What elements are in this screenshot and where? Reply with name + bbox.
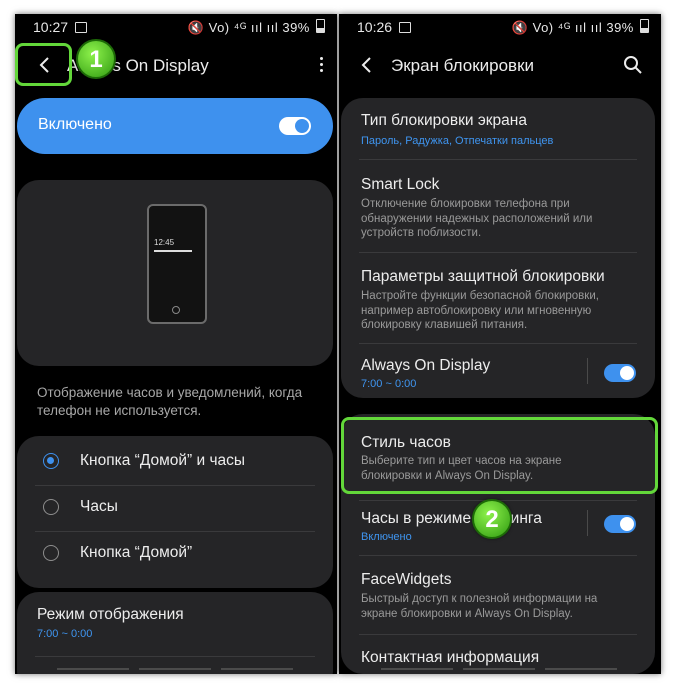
lock-settings-card: Тип блокировки экрана Пароль, Радужка, О… — [341, 98, 655, 398]
search-icon[interactable] — [623, 55, 643, 75]
preview-clock: 12:45 — [154, 238, 175, 247]
nav-bar-segment — [221, 668, 293, 670]
page-title: Экран блокировки — [391, 56, 535, 75]
status-time: 10:27 — [33, 19, 69, 35]
right-phone-screen: 10:26 🔇 Vo) ⁴ᴳ ııl ııl 39% Экран блокиро… — [339, 14, 661, 674]
status-bar: 10:26 🔇 Vo) ⁴ᴳ ııl ııl 39% — [339, 14, 661, 40]
nav-bar-segment — [381, 668, 453, 670]
battery-icon — [640, 19, 649, 33]
back-arrow-icon[interactable] — [355, 53, 379, 77]
battery-percent: 39% — [606, 20, 634, 35]
gallery-notification-icon — [399, 22, 411, 33]
option-label: Кнопка “Домой” — [80, 544, 193, 561]
gallery-notification-icon — [75, 22, 87, 33]
status-bar: 10:27 🔇 Vo) ⁴ᴳ ııl ııl 39% — [15, 14, 337, 40]
option-label: Кнопка “Домой” и часы — [80, 452, 246, 469]
display-mode-value: 7:00 ~ 0:00 — [37, 628, 93, 640]
nav-bar-segment — [57, 668, 129, 670]
radio-button[interactable] — [43, 499, 59, 515]
display-mode-title: Режим отображения — [37, 606, 184, 623]
left-phone-screen: 10:27 🔇 Vo) ⁴ᴳ ııl ııl 39% Always On Dis… — [15, 14, 337, 674]
toggle-label: Включено — [38, 116, 112, 133]
more-options-icon[interactable] — [317, 54, 325, 76]
signal-icons: 🔇 Vo) ⁴ᴳ ııl ııl — [511, 20, 603, 35]
option-label: Часы — [80, 498, 118, 515]
step-badge-2: 2 — [472, 499, 512, 539]
back-button-highlight — [15, 43, 72, 86]
options-card: Кнопка “Домой” и часы Часы Кнопка “Домой… — [17, 436, 333, 588]
signal-icons: 🔇 Vo) ⁴ᴳ ııl ııl — [187, 20, 279, 35]
step-badge-1: 1 — [76, 39, 116, 79]
battery-icon — [316, 19, 325, 33]
status-time: 10:26 — [357, 19, 393, 35]
aod-master-toggle-card[interactable]: Включено — [17, 98, 333, 154]
display-mode-card[interactable]: Режим отображения 7:00 ~ 0:00 — [17, 592, 333, 674]
nav-bar-segment — [139, 668, 211, 670]
nav-bar-segment — [463, 668, 535, 670]
aod-description: Отображение часов и уведомлений, когда т… — [37, 385, 303, 418]
app-bar: Экран блокировки — [339, 44, 661, 88]
aod-toggle-switch[interactable] — [604, 364, 636, 382]
radio-button[interactable] — [43, 453, 59, 469]
radio-button[interactable] — [43, 545, 59, 561]
phone-preview-image: 12:45 — [147, 204, 207, 324]
aod-toggle-switch[interactable] — [279, 117, 311, 135]
nav-bar-segment — [545, 668, 617, 670]
clock-style-highlight — [341, 417, 658, 494]
preview-card: 12:45 — [17, 180, 333, 366]
battery-percent: 39% — [282, 20, 310, 35]
roaming-toggle-switch[interactable] — [604, 515, 636, 533]
